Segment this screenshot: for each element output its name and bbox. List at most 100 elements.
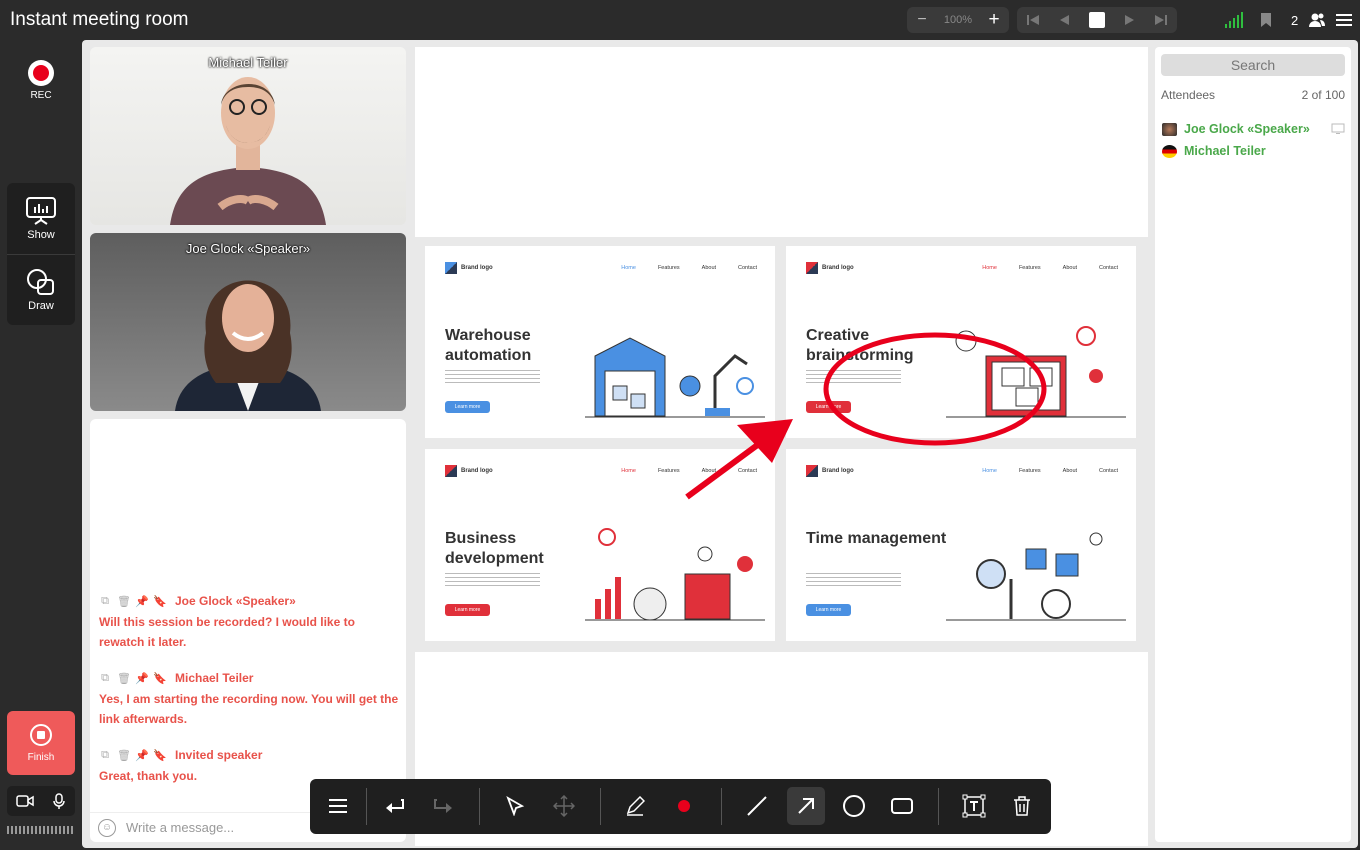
attendee-row[interactable]: Michael Teiler [1162, 143, 1266, 159]
attendee-name: Joe Glock «Speaker» [1184, 122, 1310, 136]
participant-name: Joe Glock «Speaker» [185, 241, 311, 256]
device-controls [7, 786, 75, 816]
trash-icon[interactable]: 🗑 [117, 749, 131, 762]
zoom-control: − 100% + [907, 7, 1009, 33]
redo-icon [434, 799, 452, 813]
attendee-row[interactable]: Joe Glock «Speaker» [1162, 121, 1310, 137]
attendees-panel: Search Attendees 2 of 100 Joe Glock «Spe… [1155, 47, 1351, 842]
video-tile: Michael Teiler [90, 47, 406, 225]
bookmark-icon[interactable]: 🔖 [153, 595, 167, 608]
message-author: Invited speaker [175, 748, 263, 762]
annotation-layer [685, 332, 1047, 500]
last-slide-icon[interactable] [1155, 7, 1167, 33]
prev-slide-icon[interactable] [1059, 7, 1069, 33]
zoom-level: 100% [943, 14, 973, 26]
line-icon [747, 796, 767, 816]
presentation-icon [26, 196, 56, 225]
arrow-icon [798, 798, 814, 814]
zoom-out-button[interactable]: − [907, 7, 937, 33]
copy-icon[interactable]: ⧉ [99, 749, 111, 762]
cursor-icon [506, 796, 525, 816]
attendee-count: 2 [1291, 12, 1299, 28]
chat-message: ⧉ 🗑 📌 🔖 Joe Glock «Speaker» Will this se… [99, 592, 399, 652]
participant-video [170, 77, 326, 225]
ellipse-tool[interactable] [835, 787, 873, 825]
trash-icon [1014, 796, 1030, 816]
rec-label: REC [30, 90, 52, 101]
record-icon [28, 60, 54, 86]
rec-button[interactable]: REC [23, 60, 59, 101]
audio-level-meter [7, 826, 75, 834]
attendees-label: Attendees [1161, 88, 1216, 102]
message-text: Yes, I am starting the recording now. Yo… [99, 692, 399, 726]
microphone-icon[interactable] [52, 793, 66, 809]
undo-icon [386, 799, 404, 813]
search-input[interactable]: Search [1161, 54, 1345, 76]
finish-label: Finish [27, 752, 55, 763]
drawing-toolbar [310, 779, 1051, 834]
top-bar: Instant meeting room − 100% + 2 [0, 0, 1360, 40]
rectangle-icon [891, 798, 913, 814]
color-dot-icon [678, 800, 690, 812]
pin-icon[interactable]: 📌 [135, 595, 149, 608]
draw-label: Draw [28, 300, 54, 312]
move-icon [553, 795, 575, 817]
trash-icon[interactable]: 🗑 [117, 595, 131, 608]
undo-button[interactable] [376, 787, 414, 825]
line-tool[interactable] [738, 787, 776, 825]
show-label: Show [27, 228, 55, 241]
attendee-name: Michael Teiler [1184, 144, 1266, 158]
message-author: Joe Glock «Speaker» [175, 594, 296, 608]
copy-icon[interactable]: ⧉ [99, 595, 111, 608]
annotation-ellipse[interactable] [823, 332, 1047, 446]
pin-icon[interactable]: 📌 [135, 749, 149, 762]
redo-button[interactable] [424, 787, 462, 825]
participant-video [175, 280, 321, 411]
message-author: Michael Teiler [175, 671, 254, 685]
stop-icon[interactable] [1089, 7, 1105, 33]
delete-tool[interactable] [1003, 787, 1041, 825]
move-tool[interactable] [545, 787, 583, 825]
bookmark-icon[interactable]: 🔖 [153, 749, 167, 762]
circle-icon [843, 795, 865, 817]
chat-placeholder: Write a message... [126, 820, 235, 835]
draw-mode-button[interactable]: Draw [7, 254, 75, 325]
stop-circle-icon [30, 724, 52, 746]
participant-name: Michael Teiler [208, 55, 288, 70]
finish-button[interactable]: Finish [7, 711, 75, 775]
menu-button[interactable] [319, 787, 357, 825]
arrow-tool[interactable] [787, 787, 825, 825]
camera-icon[interactable] [16, 794, 34, 808]
presentation-canvas[interactable]: Brand logo Home Features About Contact Ware… [415, 47, 1148, 846]
emoji-icon[interactable]: ☺ [98, 818, 116, 837]
text-tool[interactable] [955, 787, 993, 825]
hamburger-icon [329, 799, 347, 813]
zoom-in-button[interactable]: + [979, 7, 1009, 33]
users-icon[interactable] [1308, 12, 1326, 28]
avatar-icon [1162, 122, 1177, 136]
pencil-icon [626, 796, 645, 816]
text-box-icon [962, 794, 986, 818]
attendees-count: 2 of 100 [1301, 88, 1345, 102]
pin-icon[interactable]: 📌 [135, 672, 149, 685]
next-slide-icon[interactable] [1125, 7, 1135, 33]
trash-icon[interactable]: 🗑 [117, 672, 131, 685]
first-slide-icon[interactable] [1027, 7, 1039, 33]
show-mode-button[interactable]: Show [7, 183, 75, 254]
color-picker[interactable] [665, 787, 703, 825]
bookmark-icon[interactable] [1259, 12, 1273, 28]
bookmark-icon[interactable]: 🔖 [153, 672, 167, 685]
chat-message: ⧉ 🗑 📌 🔖 Michael Teiler Yes, I am startin… [99, 669, 399, 729]
german-flag-icon [1162, 144, 1177, 158]
menu-icon[interactable] [1336, 13, 1353, 27]
mode-switcher: Show Draw [7, 183, 75, 325]
slide-navigation [1017, 7, 1177, 33]
rectangle-tool[interactable] [883, 787, 921, 825]
screen-share-icon [1331, 123, 1345, 134]
pen-tool[interactable] [616, 787, 654, 825]
app-title: Instant meeting room [10, 9, 189, 30]
select-tool[interactable] [496, 787, 534, 825]
video-tile: Joe Glock «Speaker» [90, 233, 406, 411]
left-sidebar: REC Show Draw Finish [0, 40, 82, 850]
copy-icon[interactable]: ⧉ [99, 672, 111, 685]
